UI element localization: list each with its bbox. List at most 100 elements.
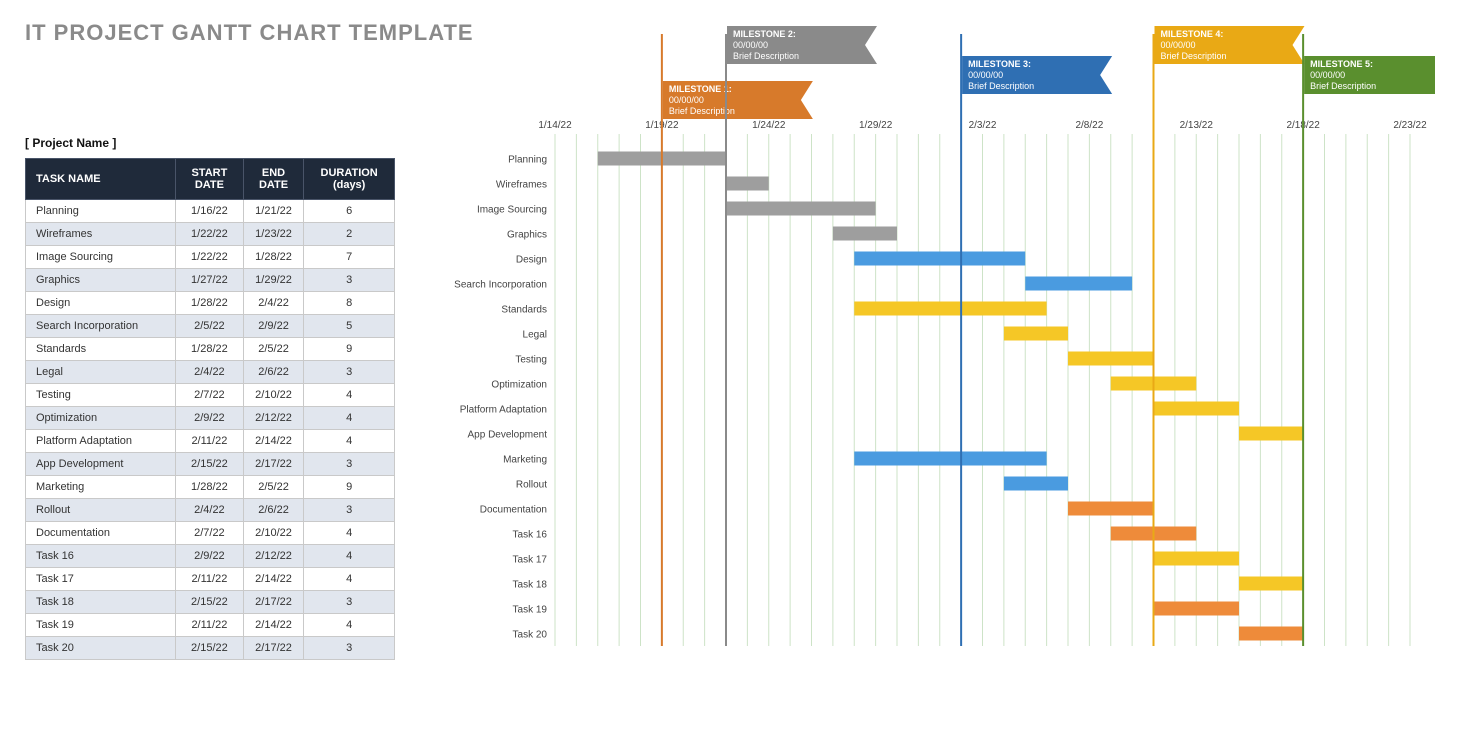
table-cell: 4 — [304, 545, 395, 568]
table-cell: Platform Adaptation — [26, 430, 176, 453]
svg-text:1/24/22: 1/24/22 — [752, 120, 786, 131]
table-cell: 1/28/22 — [176, 476, 244, 499]
table-row: Image Sourcing1/22/221/28/227 — [26, 246, 395, 269]
table-row: Graphics1/27/221/29/223 — [26, 269, 395, 292]
table-cell: 2 — [304, 223, 395, 246]
table-cell: 2/4/22 — [176, 499, 244, 522]
table-cell: 2/15/22 — [176, 453, 244, 476]
table-cell: 2/14/22 — [243, 614, 304, 637]
svg-text:MILESTONE 2:: MILESTONE 2: — [733, 29, 796, 39]
table-cell: 2/14/22 — [243, 430, 304, 453]
table-cell: 4 — [304, 407, 395, 430]
svg-text:Task 20: Task 20 — [513, 630, 548, 641]
svg-text:Platform Adaptation: Platform Adaptation — [460, 405, 547, 416]
svg-text:00/00/00: 00/00/00 — [733, 40, 768, 50]
svg-text:Planning: Planning — [508, 155, 547, 166]
svg-text:Brief Description: Brief Description — [968, 81, 1034, 91]
task-table-panel: [ Project Name ] TASK NAME START DATE EN… — [25, 136, 395, 660]
table-cell: 7 — [304, 246, 395, 269]
table-cell: 2/17/22 — [243, 637, 304, 660]
svg-text:Graphics: Graphics — [507, 230, 547, 241]
svg-text:Image Sourcing: Image Sourcing — [477, 205, 547, 216]
table-cell: 2/7/22 — [176, 384, 244, 407]
table-cell: Graphics — [26, 269, 176, 292]
table-row: Task 192/11/222/14/224 — [26, 614, 395, 637]
table-row: Optimization2/9/222/12/224 — [26, 407, 395, 430]
table-cell: 2/14/22 — [243, 568, 304, 591]
table-cell: 8 — [304, 292, 395, 315]
table-cell: Wireframes — [26, 223, 176, 246]
gantt-chart-panel: 1/14/221/19/221/24/221/29/222/3/222/8/22… — [435, 26, 1446, 651]
table-cell: 3 — [304, 269, 395, 292]
table-cell: 2/12/22 — [243, 407, 304, 430]
table-row: Task 162/9/222/12/224 — [26, 545, 395, 568]
table-cell: 9 — [304, 338, 395, 361]
table-row: Planning1/16/221/21/226 — [26, 200, 395, 223]
svg-text:MILESTONE 3:: MILESTONE 3: — [968, 59, 1031, 69]
svg-text:Documentation: Documentation — [480, 505, 547, 516]
table-cell: 2/17/22 — [243, 591, 304, 614]
table-cell: 2/5/22 — [243, 338, 304, 361]
svg-text:1/29/22: 1/29/22 — [859, 120, 893, 131]
table-cell: 1/28/22 — [176, 292, 244, 315]
table-cell: 4 — [304, 522, 395, 545]
table-cell: Standards — [26, 338, 176, 361]
table-cell: 3 — [304, 499, 395, 522]
table-cell: 4 — [304, 384, 395, 407]
table-cell: 1/22/22 — [176, 223, 244, 246]
svg-text:00/00/00: 00/00/00 — [968, 70, 1003, 80]
table-row: Task 202/15/222/17/223 — [26, 637, 395, 660]
table-cell: 1/28/22 — [176, 338, 244, 361]
table-cell: 2/5/22 — [176, 315, 244, 338]
svg-text:Task 16: Task 16 — [513, 530, 548, 541]
table-cell: Design — [26, 292, 176, 315]
svg-text:App Development: App Development — [468, 430, 548, 441]
table-cell: 2/11/22 — [176, 614, 244, 637]
table-cell: 2/9/22 — [176, 407, 244, 430]
table-cell: Optimization — [26, 407, 176, 430]
table-row: Task 172/11/222/14/224 — [26, 568, 395, 591]
table-cell: Legal — [26, 361, 176, 384]
table-cell: 3 — [304, 637, 395, 660]
table-cell: 2/4/22 — [176, 361, 244, 384]
table-cell: 3 — [304, 361, 395, 384]
table-cell: 2/12/22 — [243, 545, 304, 568]
table-cell: 1/28/22 — [243, 246, 304, 269]
table-cell: 1/22/22 — [176, 246, 244, 269]
col-end-date: END DATE — [243, 159, 304, 200]
table-row: Search Incorporation2/5/222/9/225 — [26, 315, 395, 338]
svg-text:MILESTONE 5:: MILESTONE 5: — [1310, 59, 1373, 69]
table-cell: Testing — [26, 384, 176, 407]
svg-text:2/3/22: 2/3/22 — [969, 120, 997, 131]
table-cell: 1/21/22 — [243, 200, 304, 223]
table-cell: Documentation — [26, 522, 176, 545]
table-row: App Development2/15/222/17/223 — [26, 453, 395, 476]
table-cell: 3 — [304, 453, 395, 476]
svg-text:Brief Description: Brief Description — [1161, 51, 1227, 61]
table-cell: 1/29/22 — [243, 269, 304, 292]
svg-text:Wireframes: Wireframes — [496, 180, 547, 191]
table-cell: Task 20 — [26, 637, 176, 660]
table-cell: Task 17 — [26, 568, 176, 591]
task-table: TASK NAME START DATE END DATE DURATION (… — [25, 158, 395, 660]
svg-text:1/14/22: 1/14/22 — [538, 120, 572, 131]
svg-text:2/13/22: 2/13/22 — [1180, 120, 1214, 131]
svg-text:Standards: Standards — [501, 305, 547, 316]
svg-text:MILESTONE 1:: MILESTONE 1: — [669, 84, 732, 94]
table-cell: 2/6/22 — [243, 361, 304, 384]
table-cell: 2/10/22 — [243, 384, 304, 407]
table-cell: Task 18 — [26, 591, 176, 614]
table-cell: 1/27/22 — [176, 269, 244, 292]
svg-text:Design: Design — [516, 255, 547, 266]
svg-text:Search Incorporation: Search Incorporation — [454, 280, 547, 291]
svg-text:Task 18: Task 18 — [513, 580, 548, 591]
table-cell: Planning — [26, 200, 176, 223]
table-cell: 9 — [304, 476, 395, 499]
table-cell: 2/4/22 — [243, 292, 304, 315]
svg-text:2/23/22: 2/23/22 — [1393, 120, 1427, 131]
svg-text:Legal: Legal — [523, 330, 547, 341]
table-cell: 2/11/22 — [176, 568, 244, 591]
col-duration: DURATION (days) — [304, 159, 395, 200]
table-cell: Search Incorporation — [26, 315, 176, 338]
svg-text:Brief Description: Brief Description — [1310, 81, 1376, 91]
